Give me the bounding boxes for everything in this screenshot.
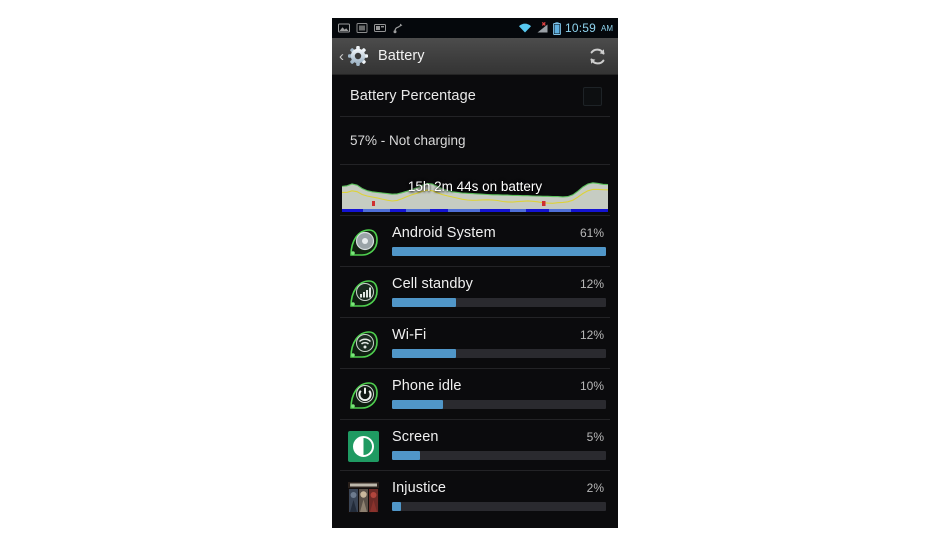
battery-history-graph[interactable]: 15h 2m 44s on battery: [342, 171, 608, 215]
battery-usage-bar-fill: [392, 451, 420, 460]
battery-usage-row[interactable]: Cell standby 12%: [332, 267, 618, 317]
battery-usage-percent: 12%: [579, 328, 604, 342]
battery-usage-percent: 12%: [579, 277, 604, 291]
battery-usage-bar-track: [392, 502, 606, 511]
action-bar: ‹ Battery: [332, 38, 618, 75]
battery-usage-app-name: Phone idle: [392, 378, 462, 394]
image-icon: [338, 22, 350, 34]
status-bar-clock: 10:59: [564, 21, 596, 35]
cellular-signal-no-service-icon: [536, 22, 549, 34]
battery-usage-app-name: Android System: [392, 225, 496, 241]
battery-usage-row-header: Wi-Fi 12%: [392, 327, 606, 343]
battery-usage-app-name: Wi-Fi: [392, 327, 427, 343]
usb-icon: [392, 22, 404, 34]
battery-usage-row-header: Cell standby 12%: [392, 276, 606, 292]
battery-usage-bar-track: [392, 451, 606, 460]
back-chevron-icon[interactable]: ‹: [337, 49, 346, 64]
status-bar-notification-icons: [338, 22, 518, 34]
battery-usage-row-header: Injustice 2%: [392, 480, 606, 496]
status-bar-system-icons: 10:59 AM: [518, 21, 613, 35]
battery-usage-row-body: Screen 5%: [392, 429, 606, 460]
battery-icon: [553, 21, 561, 35]
battery-usage-list: Android System 61% Cell standby 12% Wi-Fi 1…: [332, 216, 618, 521]
battery-percentage-preference[interactable]: Battery Percentage: [332, 75, 618, 116]
charge-status-row: 57% - Not charging: [332, 117, 618, 164]
battery-usage-bar-track: [392, 247, 606, 256]
battery-usage-percent: 10%: [579, 379, 604, 393]
battery-usage-row-header: Android System 61%: [392, 225, 606, 241]
battery-usage-percent: 5%: [586, 430, 604, 444]
sd-card-icon: [374, 22, 386, 34]
wifi-icon: [518, 22, 532, 34]
battery-usage-row[interactable]: Injustice 2%: [332, 471, 618, 521]
status-bar-clock-ampm: AM: [601, 23, 613, 33]
android-system-icon: [348, 227, 379, 258]
battery-usage-bar-fill: [392, 298, 457, 307]
battery-usage-row-body: Cell standby 12%: [392, 276, 606, 307]
refresh-icon[interactable]: [587, 46, 608, 67]
battery-usage-app-name: Injustice: [392, 480, 447, 496]
battery-usage-row[interactable]: Android System 61%: [332, 216, 618, 266]
page-title: Battery: [378, 48, 425, 64]
battery-percentage-checkbox[interactable]: [583, 87, 602, 106]
battery-usage-bar-fill: [392, 247, 606, 256]
battery-usage-bar-fill: [392, 400, 444, 409]
battery-usage-percent: 61%: [579, 226, 604, 240]
battery-usage-row-header: Screen 5%: [392, 429, 606, 445]
battery-usage-row-header: Phone idle 10%: [392, 378, 606, 394]
cell-standby-icon: [348, 278, 379, 309]
status-bar: 10:59 AM: [332, 18, 618, 38]
battery-usage-row-body: Android System 61%: [392, 225, 606, 256]
graph-baseline-segments: [342, 209, 608, 212]
charge-status-text: 57% - Not charging: [350, 133, 466, 148]
divider: [340, 164, 610, 165]
battery-usage-row-body: Wi-Fi 12%: [392, 327, 606, 358]
battery-usage-bar-track: [392, 400, 606, 409]
battery-usage-bar-fill: [392, 349, 457, 358]
battery-usage-bar-track: [392, 298, 606, 307]
battery-usage-row-body: Injustice 2%: [392, 480, 606, 511]
settings-gear-icon[interactable]: [347, 45, 369, 67]
battery-history-chart: [342, 182, 608, 209]
injustice-app-icon: [348, 482, 379, 513]
phone-screen: 10:59 AM ‹ Battery Battery Percentage 57…: [332, 18, 618, 528]
battery-usage-bar-track: [392, 349, 606, 358]
battery-usage-row[interactable]: Phone idle 10%: [332, 369, 618, 419]
battery-usage-percent: 2%: [586, 481, 604, 495]
battery-usage-row[interactable]: Screen 5%: [332, 420, 618, 470]
battery-usage-app-name: Screen: [392, 429, 439, 445]
battery-usage-row[interactable]: Wi-Fi 12%: [332, 318, 618, 368]
battery-percentage-label: Battery Percentage: [350, 88, 476, 104]
battery-usage-bar-fill: [392, 502, 401, 511]
wifi-usage-icon: [348, 329, 379, 360]
phone-idle-icon: [348, 380, 379, 411]
battery-settings-content: Battery Percentage 57% - Not charging 15…: [332, 75, 618, 528]
battery-usage-row-body: Phone idle 10%: [392, 378, 606, 409]
screen-brightness-icon: [348, 431, 379, 462]
battery-usage-app-name: Cell standby: [392, 276, 473, 292]
screenshot-icon: [356, 22, 368, 34]
